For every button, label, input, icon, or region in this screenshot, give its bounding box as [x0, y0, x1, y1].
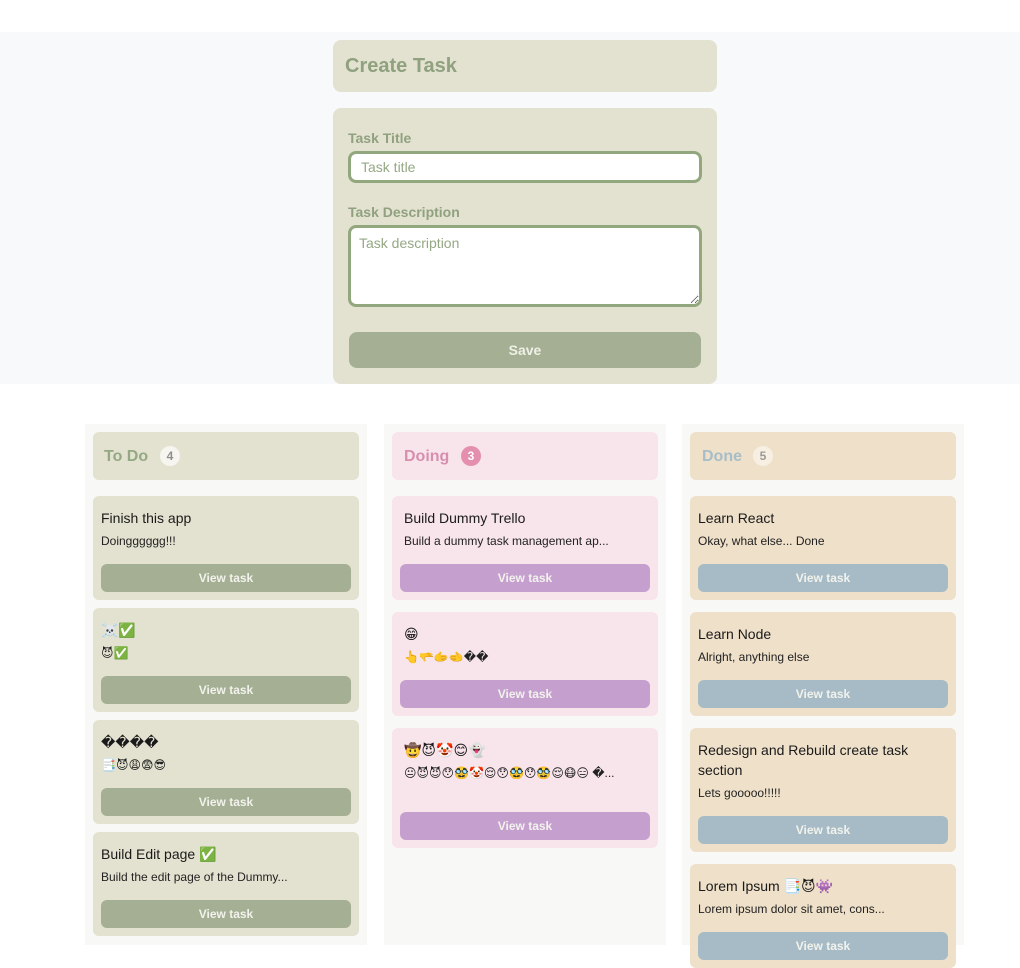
- task-title: Learn Node: [698, 626, 772, 642]
- column-header-todo: To Do 4: [93, 432, 359, 480]
- task-description: 😈✅: [101, 646, 129, 660]
- task-description: 👆🫳🫱🫲��: [404, 650, 489, 664]
- task-card[interactable]: ☠️✅ 😈✅ View task: [93, 608, 359, 712]
- view-task-button[interactable]: View task: [698, 932, 948, 960]
- task-title: Build Edit page ✅: [101, 846, 217, 862]
- task-description-label: Task Description: [348, 204, 460, 220]
- column-todo: To Do 4 Finish this app Doingggggg!!! Vi…: [85, 424, 367, 945]
- view-task-button[interactable]: View task: [400, 812, 650, 840]
- task-card[interactable]: ���� 📑😈😩😨😎 View task: [93, 720, 359, 824]
- view-task-button[interactable]: View task: [698, 564, 948, 592]
- task-card[interactable]: Lorem Ipsum 📑😈👾 Lorem ipsum dolor sit am…: [690, 864, 956, 968]
- task-title: Redesign and Rebuild create task section: [698, 742, 909, 778]
- task-count-badge: 3: [461, 446, 481, 466]
- task-description: Build a dummy task management ap...: [404, 534, 609, 548]
- column-title: Done: [702, 448, 742, 465]
- task-card[interactable]: Redesign and Rebuild create task section…: [690, 728, 956, 852]
- task-card[interactable]: Finish this app Doingggggg!!! View task: [93, 496, 359, 600]
- task-card[interactable]: Build Dummy Trello Build a dummy task ma…: [392, 496, 658, 600]
- task-title: Finish this app: [101, 510, 192, 526]
- task-title-label: Task Title: [348, 130, 412, 146]
- create-task-header: Create Task: [333, 40, 717, 92]
- column-header-doing: Doing 3: [392, 432, 658, 480]
- view-task-button[interactable]: View task: [101, 900, 351, 928]
- task-description: 😐😈😈😯🥸🤡😌😯🥸😯🥸😌😷😑 �...: [404, 766, 615, 780]
- task-description: Lets gooooo!!!!!: [698, 786, 781, 800]
- task-card[interactable]: Learn React Okay, what else... Done View…: [690, 496, 956, 600]
- view-task-button[interactable]: View task: [101, 676, 351, 704]
- task-description-input[interactable]: [348, 225, 702, 307]
- create-task-form: Task Title Task Description Save: [333, 108, 717, 384]
- save-button[interactable]: Save: [349, 332, 701, 368]
- task-title: Lorem Ipsum 📑😈👾: [698, 878, 834, 894]
- column-doing: Doing 3 Build Dummy Trello Build a dummy…: [384, 424, 666, 945]
- column-header-done: Done 5: [690, 432, 956, 480]
- view-task-button[interactable]: View task: [400, 564, 650, 592]
- task-title: 🤠😈🤡😊👻: [404, 742, 486, 758]
- create-task-heading: Create Task: [345, 55, 457, 77]
- task-count-badge: 4: [160, 446, 180, 466]
- view-task-button[interactable]: View task: [101, 564, 351, 592]
- task-title: Build Dummy Trello: [404, 510, 526, 526]
- column-title: To Do: [104, 448, 149, 465]
- task-description: Okay, what else... Done: [698, 534, 825, 548]
- view-task-button[interactable]: View task: [698, 680, 948, 708]
- task-card[interactable]: Build Edit page ✅ Build the edit page of…: [93, 832, 359, 936]
- task-title: ☠️✅: [101, 622, 136, 638]
- view-task-button[interactable]: View task: [698, 816, 948, 844]
- column-title: Doing: [404, 448, 450, 465]
- task-card[interactable]: 😁 👆🫳🫱🫲�� View task: [392, 612, 658, 716]
- task-card[interactable]: Learn Node Alright, anything else View t…: [690, 612, 956, 716]
- task-description: Build the edit page of the Dummy...: [101, 870, 288, 884]
- column-done: Done 5 Learn React Okay, what else... Do…: [682, 424, 964, 968]
- task-title: Learn React: [698, 510, 775, 526]
- task-title: ����: [101, 734, 159, 750]
- task-description: Alright, anything else: [698, 650, 810, 664]
- task-description: Lorem ipsum dolor sit amet, cons...: [698, 902, 885, 916]
- task-description: Doingggggg!!!: [101, 534, 176, 548]
- task-card[interactable]: 🤠😈🤡😊👻 😐😈😈😯🥸🤡😌😯🥸😯🥸😌😷😑 �... View task: [392, 728, 658, 848]
- task-title-input[interactable]: [348, 151, 702, 183]
- task-count-badge: 5: [753, 446, 773, 466]
- view-task-button[interactable]: View task: [101, 788, 351, 816]
- task-description: 📑😈😩😨😎: [101, 758, 166, 772]
- view-task-button[interactable]: View task: [400, 680, 650, 708]
- task-title: 😁: [404, 626, 419, 642]
